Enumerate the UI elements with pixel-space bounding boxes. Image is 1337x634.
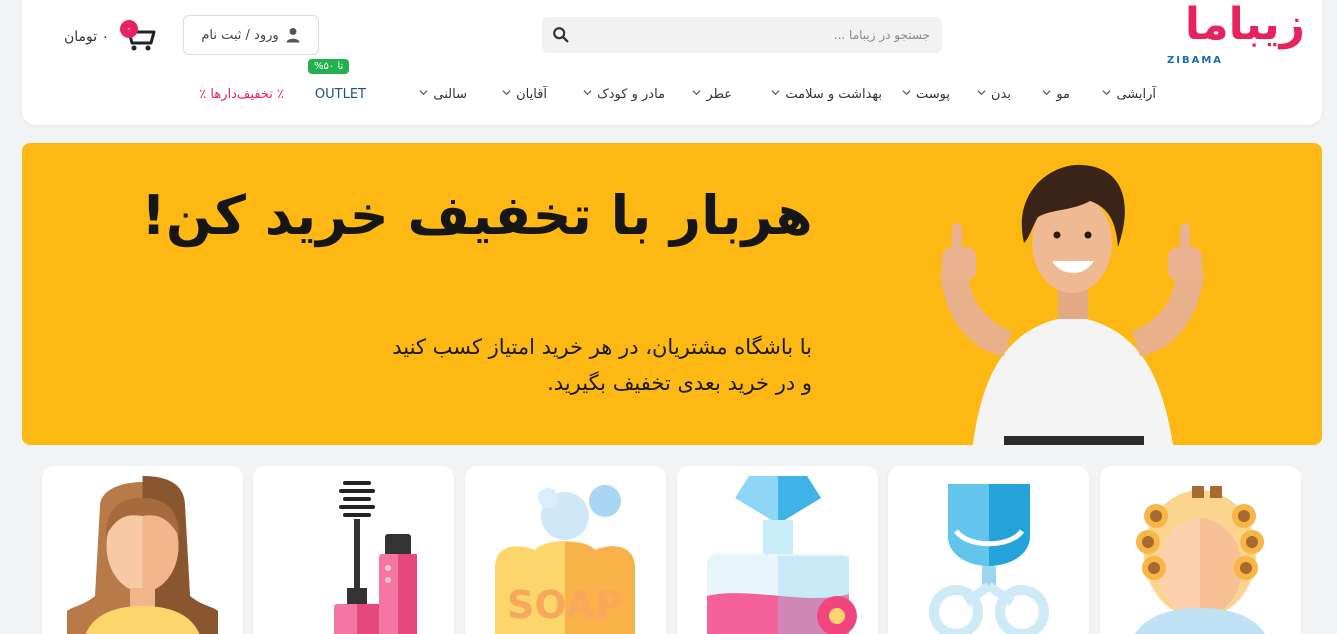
chevron-down-icon	[502, 90, 511, 96]
hair-curlers-icon	[1135, 486, 1265, 634]
nav-item-salon[interactable]: سالنی	[419, 87, 467, 102]
site-logo[interactable]: زیباما ZIBAMA	[1165, 0, 1307, 66]
nav-item-label: بدن	[991, 87, 1011, 102]
category-card[interactable]: SOAP	[465, 466, 666, 634]
nav-item-label: پوست	[916, 87, 950, 102]
banner-subtitle-line: با باشگاه مشتریان، در هر خرید امتیاز کسب…	[392, 335, 812, 359]
nav-item-mother-child[interactable]: مادر و کودک	[583, 87, 665, 102]
cart-button[interactable]: ۰ ۰ تومان	[62, 20, 162, 54]
chevron-down-icon	[419, 90, 428, 96]
promo-banner[interactable]: هربار با تخفیف خرید کن! با باشگاه مشتریا…	[22, 143, 1322, 445]
search-icon[interactable]	[552, 26, 570, 44]
nav-item-skin[interactable]: پوست	[902, 87, 950, 102]
nav-item-makeup[interactable]: آرایشی	[1102, 87, 1156, 102]
category-card[interactable]	[42, 466, 243, 634]
category-card[interactable]	[1100, 466, 1301, 634]
soap-text: SOAP	[507, 583, 623, 627]
nav-item-label: آقایان	[516, 87, 547, 102]
woman-face-icon	[67, 476, 218, 634]
chevron-down-icon	[692, 90, 701, 96]
search-input[interactable]	[582, 17, 934, 53]
login-label: ورود / ثبت نام	[201, 27, 279, 43]
smiling-woman-thumbs-up-image	[940, 164, 1204, 445]
chevron-down-icon	[977, 90, 986, 96]
logo-latin-text: ZIBAMA	[1167, 55, 1224, 66]
nav-item-discounts[interactable]: ٪ تخفیف‌دارها ٪	[199, 87, 284, 102]
chevron-down-icon	[1102, 90, 1111, 96]
chevron-down-icon	[583, 90, 592, 96]
nav-item-label: عطر	[706, 87, 732, 102]
nav-item-body[interactable]: بدن	[977, 87, 1011, 102]
nav-item-label: آرایشی	[1116, 87, 1156, 102]
category-card[interactable]	[253, 466, 454, 634]
banner-subtitle: با باشگاه مشتریان، در هر خرید امتیاز کسب…	[322, 329, 812, 401]
mascara-icon	[334, 481, 417, 634]
outlet-discount-badge: تا ۵۰%	[308, 59, 350, 74]
nav-item-label: سالنی	[433, 87, 467, 102]
chevron-down-icon	[902, 90, 911, 96]
nav-item-perfume[interactable]: عطر	[692, 87, 732, 102]
nav-item-outlet[interactable]: OUTLET	[315, 87, 366, 102]
chevron-down-icon	[771, 90, 780, 96]
soap-icon: SOAP	[495, 485, 635, 634]
eyelash-curler-icon	[929, 484, 1049, 634]
category-card[interactable]	[677, 466, 878, 634]
nav-item-label: بهداشت و سلامت	[785, 87, 882, 102]
cart-count-badge: ۰	[120, 20, 138, 38]
site-header: زیباما ZIBAMA ورود / ثبت نام ۰ ۰ تومان ت…	[22, 0, 1322, 125]
category-card[interactable]	[888, 466, 1089, 634]
nav-item-health[interactable]: بهداشت و سلامت	[771, 87, 882, 102]
banner-subtitle-line: و در خرید بعدی تخفیف بگیرید.	[547, 371, 812, 395]
nav-item-label: مادر و کودک	[597, 87, 665, 102]
user-icon	[286, 28, 300, 43]
logo-wordmark: زیباما	[1184, 0, 1307, 50]
cart-total: ۰ تومان	[64, 29, 110, 45]
nav-item-hair[interactable]: مو	[1042, 87, 1070, 102]
main-nav: آرایشی مو بدن پوست بهداشت و سلامت عطر ما…	[22, 87, 1322, 113]
nav-item-label: مو	[1056, 87, 1070, 102]
banner-title: هربار با تخفیف خرید کن!	[141, 184, 813, 247]
search-bar	[542, 17, 942, 53]
perfume-icon	[707, 476, 857, 634]
login-register-button[interactable]: ورود / ثبت نام	[183, 15, 319, 55]
nav-item-men[interactable]: آقایان	[502, 87, 547, 102]
chevron-down-icon	[1042, 90, 1051, 96]
